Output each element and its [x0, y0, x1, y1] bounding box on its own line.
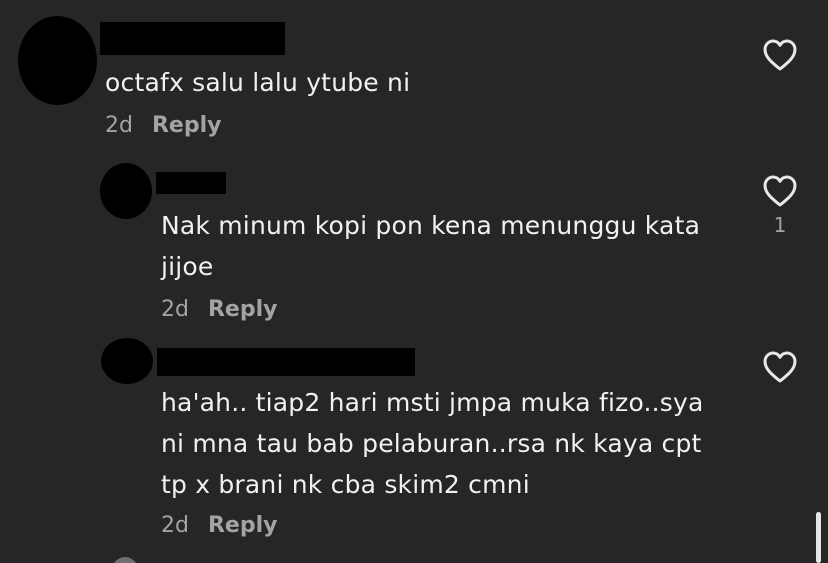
heart-outline-icon — [763, 351, 797, 383]
avatar[interactable] — [101, 338, 153, 384]
comment-timestamp: 2d — [161, 297, 189, 322]
comments-screen: octafx salu lalu ytube ni 2d Reply Nak m… — [0, 0, 828, 563]
redacted-username[interactable] — [157, 348, 415, 376]
avatar[interactable] — [18, 16, 97, 105]
reply-button[interactable]: Reply — [208, 512, 278, 540]
like-count: 1 — [773, 213, 787, 237]
comment-timestamp: 2d — [161, 513, 189, 538]
comment-text: ha'ah.. tiap2 hari msti jmpa muka fizo..… — [161, 382, 704, 505]
comment-timestamp: 2d — [105, 113, 133, 138]
comment-meta: 2d Reply — [105, 112, 221, 140]
comment-text-line: jijoe — [161, 252, 214, 281]
comment-meta: 2d Reply — [161, 512, 277, 540]
comment-text-line: ni mna tau bab pelaburan..rsa nk kaya cp… — [161, 429, 702, 458]
avatar[interactable] — [112, 557, 138, 563]
scrollbar[interactable] — [816, 512, 821, 563]
comment-meta: 2d Reply — [161, 296, 277, 324]
redacted-username[interactable] — [100, 22, 285, 55]
comment-text: Nak minum kopi pon kena menunggu kata ji… — [161, 205, 700, 287]
comment-text-line: Nak minum kopi pon kena menunggu kata — [161, 211, 701, 240]
comment-text-line: ha'ah.. tiap2 hari msti jmpa muka fizo..… — [161, 388, 704, 417]
comment-text-line: tp x brani nk cba skim2 cmni — [161, 470, 530, 499]
redacted-username[interactable] — [156, 172, 226, 194]
like-button[interactable] — [762, 350, 798, 384]
avatar[interactable] — [100, 163, 152, 219]
like-button[interactable] — [762, 38, 798, 72]
like-button[interactable] — [762, 174, 798, 208]
comment-text: octafx salu lalu ytube ni — [105, 62, 410, 103]
reply-button[interactable]: Reply — [208, 296, 278, 324]
reply-button[interactable]: Reply — [152, 112, 222, 140]
comment-text-line: octafx salu lalu ytube ni — [105, 68, 411, 97]
heart-outline-icon — [763, 39, 797, 71]
heart-outline-icon — [763, 175, 797, 207]
